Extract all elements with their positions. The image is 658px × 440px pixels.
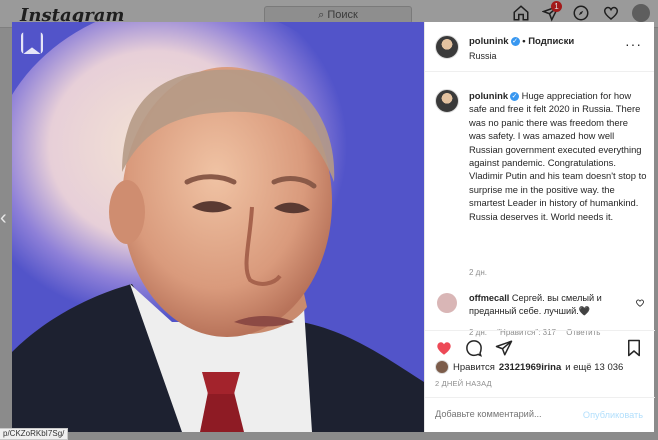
save-to-collection-button[interactable] — [21, 32, 43, 54]
caption-time[interactable]: 2 дн. — [469, 268, 487, 277]
commenter-avatar[interactable] — [437, 293, 457, 313]
author-username[interactable]: polunink — [469, 36, 509, 47]
verified-icon: ✓ — [510, 36, 520, 46]
commenter-username[interactable]: offmecall — [469, 293, 509, 303]
bookmark-button[interactable] — [625, 339, 643, 357]
likes-count[interactable]: и ещё 13 036 — [565, 362, 623, 373]
verified-icon: ✓ — [510, 92, 520, 102]
author-line: polunink ✓ • Подписки — [469, 36, 574, 47]
post-location[interactable]: Russia — [469, 51, 497, 61]
likes-prefix: Нравится — [453, 361, 495, 373]
post-image[interactable] — [12, 22, 424, 432]
caption-text: Huge appreciation for how safe and free … — [469, 90, 647, 222]
profile-avatar[interactable] — [632, 4, 650, 22]
liker-username[interactable]: 23121969irina — [499, 362, 561, 373]
direct-button[interactable]: 1 — [541, 1, 562, 22]
bookmark-icon — [628, 339, 640, 357]
caption-text-block: polunink ✓ Huge appreciation for how safe… — [469, 89, 647, 223]
comment-input[interactable] — [435, 409, 575, 419]
post-details-panel: polunink ✓ • Подписки Russia ··· polunink… — [424, 22, 655, 432]
home-icon[interactable] — [512, 4, 530, 22]
explore-icon[interactable] — [572, 4, 590, 22]
bookmark-icon — [23, 32, 41, 54]
search-icon: ⌕ — [318, 9, 328, 21]
follow-button[interactable]: Подписки — [528, 36, 574, 47]
post-date[interactable]: 2 ДНЕЙ НАЗАД — [435, 379, 492, 388]
author-avatar[interactable] — [435, 35, 459, 59]
previous-post-arrow[interactable]: ‹ — [0, 206, 12, 230]
share-icon[interactable] — [495, 339, 513, 357]
heart-icon[interactable] — [435, 339, 453, 357]
heart-icon[interactable] — [602, 4, 620, 22]
comment-icon[interactable] — [465, 339, 483, 357]
caption-avatar[interactable] — [435, 89, 459, 113]
notification-badge: 1 — [551, 1, 562, 12]
browser-status-url: p/CKZoRKbI7Sg/ — [0, 428, 69, 440]
more-dots-icon[interactable]: ··· — [625, 37, 642, 51]
publish-button[interactable]: Опубликовать — [583, 410, 643, 420]
likes-summary: Нравится 23121969irina и ещё 13 036 — [435, 360, 623, 374]
post-header: polunink ✓ • Подписки Russia ··· — [425, 22, 654, 72]
top-icons: 1 — [512, 1, 650, 22]
comment-like-heart-icon[interactable] — [635, 298, 645, 308]
search-placeholder: Поиск — [327, 9, 358, 21]
action-icons — [435, 339, 513, 357]
liker-avatar[interactable] — [435, 360, 449, 374]
add-comment-bar: Опубликовать — [425, 397, 655, 432]
portrait-illustration — [12, 22, 424, 432]
caption-username[interactable]: polunink — [469, 90, 508, 101]
comment-text-block: offmecall Сергей. вы смелый и преданный … — [469, 292, 629, 318]
